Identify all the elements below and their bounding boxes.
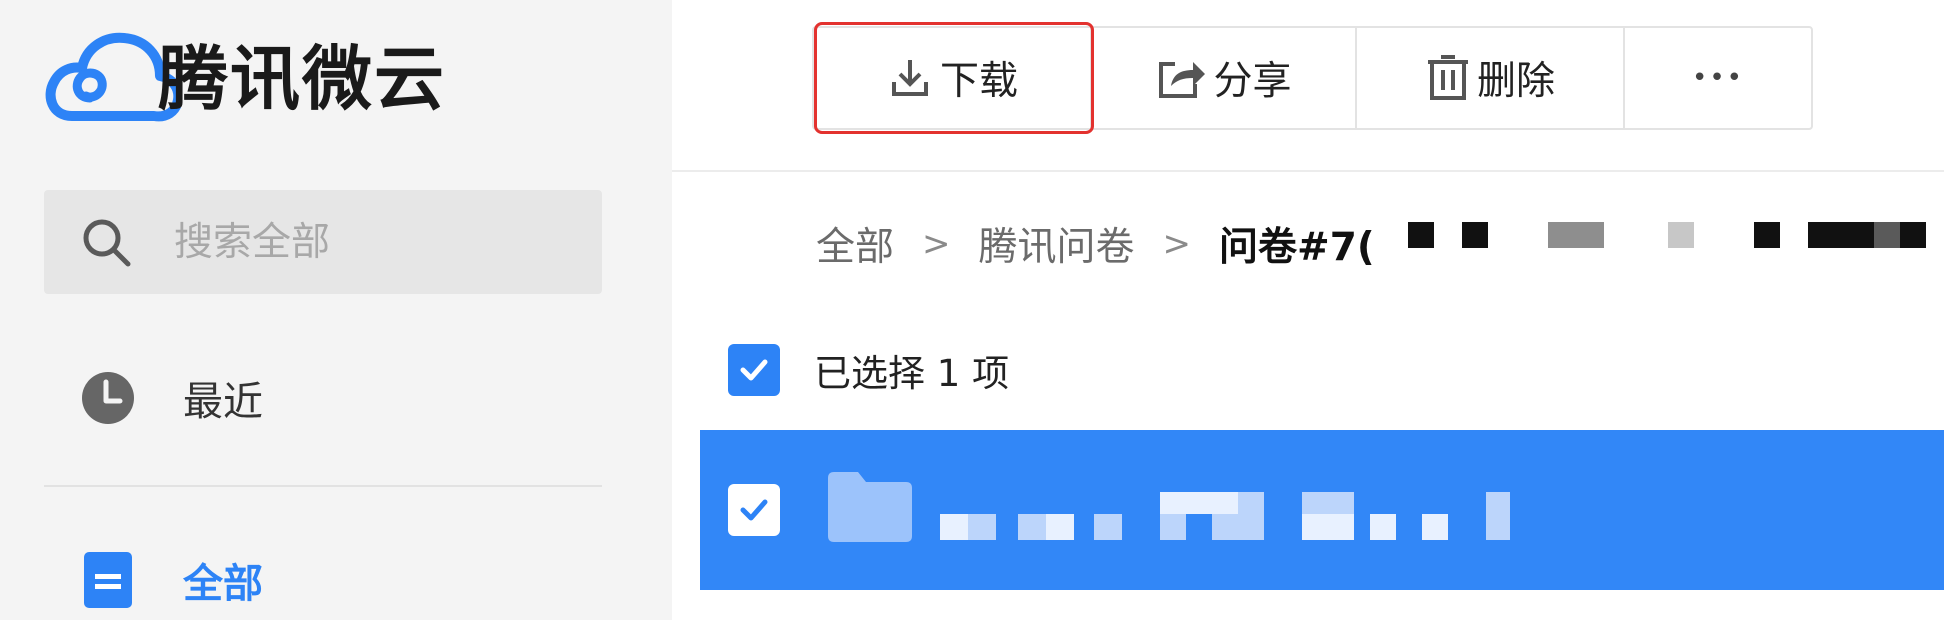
folder-icon: [828, 472, 912, 542]
more-icon: •••: [1691, 63, 1744, 93]
row-checkbox[interactable]: [728, 484, 780, 536]
main-content: 下载 分享 删除 ••• 全部 > 腾讯问卷 > 问卷#7(已选择 1 项: [672, 0, 1944, 620]
sidebar-item-all[interactable]: 全部: [0, 530, 672, 620]
share-label: 分享: [1213, 59, 1292, 104]
app-title: 腾讯微云: [158, 38, 446, 120]
breadcrumb-current: 问卷#7(: [1219, 225, 1375, 270]
sidebar-item-recent[interactable]: 最近: [0, 348, 672, 448]
sidebar-item-label: 最近: [183, 379, 263, 425]
select-all-checkbox[interactable]: [728, 344, 780, 396]
sidebar-divider: [44, 485, 602, 487]
download-label: 下载: [939, 59, 1018, 104]
breadcrumb-item-survey[interactable]: 腾讯问卷: [979, 216, 1135, 272]
breadcrumb-item-all[interactable]: 全部: [816, 216, 894, 272]
sidebar-item-label: 全部: [183, 561, 263, 607]
share-button[interactable]: 分享: [1092, 28, 1357, 128]
sidebar: 腾讯微云 最近 全部: [0, 0, 672, 620]
search-box[interactable]: [44, 190, 602, 294]
breadcrumb-separator: >: [922, 224, 951, 264]
toolbar-divider: [672, 170, 1944, 172]
delete-button[interactable]: 删除: [1357, 28, 1625, 128]
checkmark-icon: [740, 359, 768, 381]
search-icon: [83, 219, 131, 267]
clock-icon: [82, 372, 134, 424]
toolbar: 下载 分享 删除 •••: [812, 26, 1813, 130]
download-button[interactable]: 下载: [814, 28, 1092, 128]
trash-icon: [1427, 55, 1468, 100]
file-row[interactable]: [700, 430, 1944, 590]
selection-count: 已选择 1 项: [814, 352, 1010, 395]
delete-label: 删除: [1476, 59, 1555, 104]
document-icon: [84, 552, 132, 608]
selection-bar: 已选择 1 项: [728, 340, 1009, 400]
breadcrumb: 全部 > 腾讯问卷 > 问卷#7(: [816, 214, 1375, 274]
search-input[interactable]: [174, 214, 574, 270]
download-icon: [891, 60, 928, 96]
more-button[interactable]: •••: [1625, 28, 1811, 128]
share-icon: [1159, 62, 1206, 98]
breadcrumb-separator: >: [1162, 224, 1192, 264]
checkmark-icon: [740, 499, 768, 521]
